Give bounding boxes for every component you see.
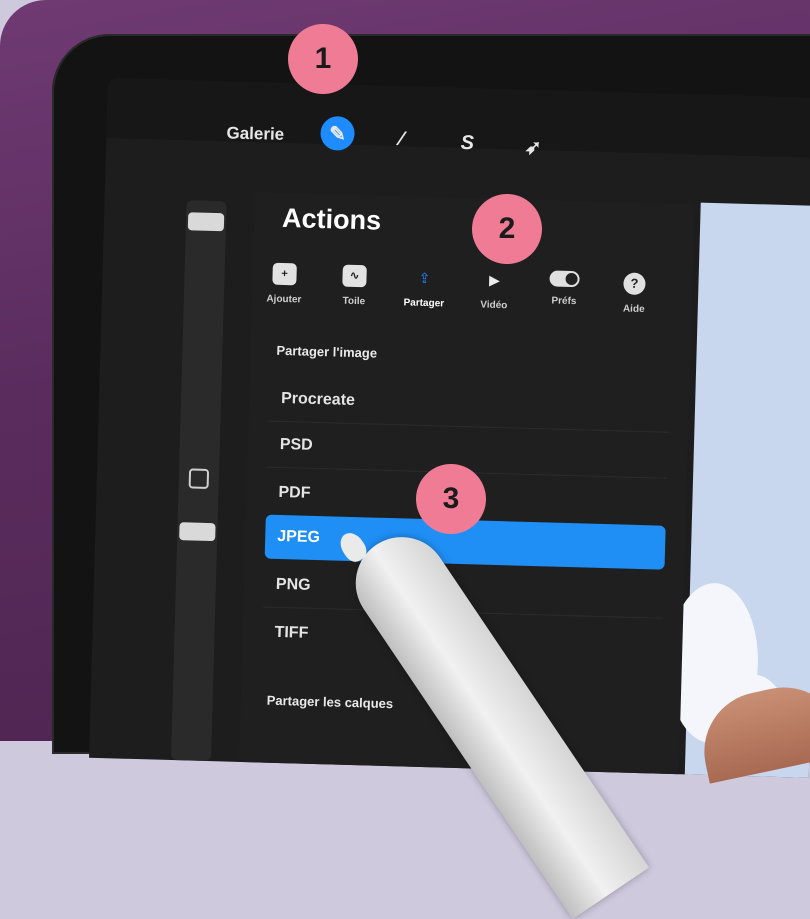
- tab-label: Aide: [622, 303, 645, 316]
- add-icon: +: [272, 262, 297, 286]
- gallery-button[interactable]: Galerie: [226, 123, 284, 145]
- tab-video[interactable]: ▶ Vidéo: [456, 268, 533, 314]
- share-image-heading: Partager l'image: [276, 342, 378, 361]
- move-arrow-icon[interactable]: ➶: [516, 129, 551, 164]
- step-badge-3: 3: [416, 464, 486, 534]
- tab-label: Toile: [342, 295, 366, 308]
- step-badge-2: 2: [472, 194, 542, 264]
- tab-label: Préfs: [551, 295, 577, 308]
- tab-label: Vidéo: [480, 299, 508, 312]
- tab-label: Partager: [403, 297, 445, 310]
- wrench-icon[interactable]: ✎: [320, 115, 356, 151]
- brush-sidebar: [170, 200, 227, 762]
- tab-toile[interactable]: ∿ Toile: [316, 264, 393, 310]
- share-layers-heading: Partager les calques: [266, 692, 394, 712]
- selection-icon[interactable]: S: [450, 126, 485, 161]
- share-icon: ⇪: [418, 269, 431, 287]
- canvas-icon: ∿: [342, 264, 367, 288]
- brush-size-slider[interactable]: [187, 212, 225, 232]
- panel-title: Actions: [281, 202, 382, 236]
- tab-aide[interactable]: ? Aide: [596, 272, 673, 318]
- magic-wand-icon[interactable]: ⁄: [384, 122, 419, 157]
- modify-button[interactable]: [188, 468, 210, 489]
- help-icon: ?: [623, 272, 646, 296]
- step-badge-1: 1: [288, 24, 358, 94]
- toggle-icon: [549, 270, 580, 288]
- video-play-icon: ▶: [488, 271, 501, 289]
- opacity-slider[interactable]: [179, 522, 216, 542]
- tab-prefs[interactable]: Préfs: [526, 270, 603, 310]
- tab-label: Ajouter: [266, 293, 302, 306]
- tab-ajouter[interactable]: + Ajouter: [246, 262, 323, 308]
- tab-partager[interactable]: ⇪ Partager: [386, 266, 463, 312]
